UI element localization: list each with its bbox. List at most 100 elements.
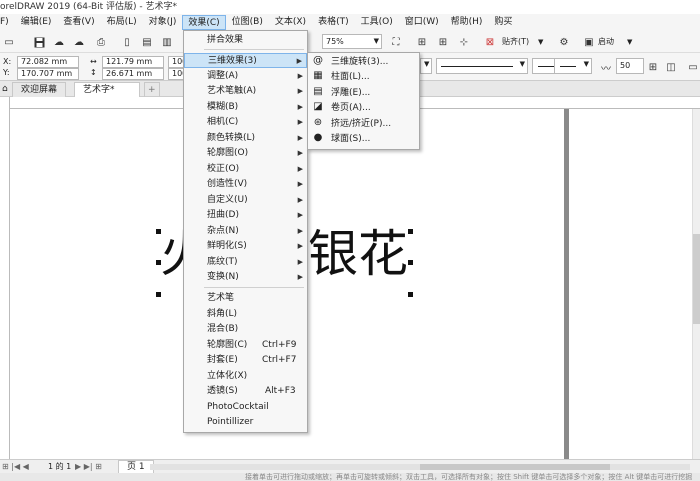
page-first-icon[interactable]: ⊞ |◀ ◀ (2, 461, 29, 473)
page-border-shadow (564, 109, 569, 459)
menu-item-camera[interactable]: 相机(C) ▶ (184, 115, 307, 130)
menu-object[interactable]: 对象(J) (143, 15, 183, 30)
width-field[interactable]: 121.79 mm (102, 56, 164, 68)
menu-item-extrude[interactable]: 立体化(X) (184, 369, 307, 384)
save-icon[interactable] (32, 35, 46, 49)
launch-chevron-icon[interactable]: ▼ (627, 36, 632, 48)
menu-item-bevel[interactable]: 斜角(L) (184, 307, 307, 322)
scale-height-field[interactable]: 100 (168, 68, 184, 80)
selection-handle[interactable] (408, 292, 413, 297)
submenu-item-cylinder[interactable]: ▦ 柱面(L)... (308, 70, 419, 85)
cut-icon[interactable]: ▯ (120, 35, 134, 49)
menu-item-noise[interactable]: 杂点(N) ▶ (184, 224, 307, 239)
launch-button[interactable]: 启动 (598, 36, 614, 48)
menu-item-sharpen[interactable]: 鲜明化(S) ▶ (184, 239, 307, 254)
vertical-ruler[interactable] (0, 97, 10, 459)
snap-icon[interactable]: ⊠ (483, 35, 497, 49)
submenu-item-label: 卷页(A)... (331, 103, 371, 113)
submenu-item-sphere[interactable]: ● 球面(S)... (308, 132, 419, 147)
tab-page-1[interactable]: 页 1 (118, 460, 154, 474)
text-wrap-icon[interactable]: ◫ (664, 60, 678, 74)
print-icon[interactable]: ⎙ (94, 35, 108, 49)
menu-item-pointillizer[interactable]: Pointillizer (184, 415, 307, 430)
menu-item-photococktail[interactable]: PhotoCocktail (184, 400, 307, 415)
menu-item-contour[interactable]: 轮廓图(O) ▶ (184, 146, 307, 161)
menu-view[interactable]: 查看(V) (57, 15, 100, 30)
gear-icon[interactable]: ⚙ (557, 35, 571, 49)
menu-item-lens[interactable]: 透镜(S) Alt+F3 (184, 384, 307, 399)
menu-layout[interactable]: 布局(L) (101, 15, 143, 30)
cloud-upload-icon[interactable]: ☁ (52, 35, 66, 49)
submenu-item-emboss[interactable]: ▤ 浮雕(E)... (308, 86, 419, 101)
height-field[interactable]: 26.671 mm (102, 68, 164, 80)
menu-text[interactable]: 文本(X) (269, 15, 312, 30)
line-end-select[interactable]: ▼ (554, 58, 592, 74)
vertical-scroll-thumb[interactable] (693, 234, 700, 324)
add-tab-button[interactable]: + (144, 82, 160, 97)
curve-smooth-icon[interactable]: 〰 (599, 60, 613, 75)
menu-item-correction[interactable]: 校正(O) ▶ (184, 162, 307, 177)
grid-icon[interactable]: ⊞ (436, 35, 450, 49)
paste-icon[interactable]: ▥ (160, 35, 174, 49)
submenu-item-page-curl[interactable]: ◪ 卷页(A)... (308, 101, 419, 116)
more-icon[interactable]: ▭ (686, 60, 700, 74)
submenu-item-3d-rotate[interactable]: @ 三维旋转(3)... (308, 55, 419, 70)
menu-item-custom[interactable]: 自定义(U) ▶ (184, 193, 307, 208)
menu-item-3d-effects[interactable]: 三维效果(3) ▶ (184, 53, 307, 68)
menu-help[interactable]: 帮助(H) (445, 15, 489, 30)
menu-item-transform[interactable]: 变换(N) ▶ (184, 270, 307, 285)
menu-tools[interactable]: 工具(O) (355, 15, 399, 30)
menu-item-creative[interactable]: 创造性(V) ▶ (184, 177, 307, 192)
submenu-item-pinch-punch[interactable]: ⊛ 挤远/挤近(P)... (308, 117, 419, 132)
home-icon[interactable]: ⌂ (2, 83, 8, 95)
launch-icon[interactable]: ▣ (582, 35, 596, 49)
selection-handle[interactable] (408, 260, 413, 265)
menu-edit[interactable]: 编辑(E) (15, 15, 58, 30)
new-document-icon[interactable]: ▭ (2, 35, 16, 49)
menu-item-contour-tool[interactable]: 轮廓图(C) Ctrl+F9 (184, 338, 307, 353)
selection-handle[interactable] (156, 260, 161, 265)
menu-item-label: 校正(O) (207, 164, 240, 174)
submenu-item-label: 三维旋转(3)... (331, 57, 389, 67)
outline-width-field[interactable]: 50 (616, 58, 644, 74)
horizontal-scroll-thumb[interactable] (420, 464, 610, 470)
menu-item-texture[interactable]: 底纹(T) ▶ (184, 255, 307, 270)
menu-item-blend[interactable]: 混合(B) (184, 322, 307, 337)
zoom-select[interactable]: 75% ▼ (322, 34, 382, 49)
menu-buy[interactable]: 购买 (488, 15, 518, 30)
menu-item-envelope[interactable]: 封套(E) Ctrl+F7 (184, 353, 307, 368)
selection-handle[interactable] (156, 292, 161, 297)
fullscreen-icon[interactable]: ⛶ (389, 35, 403, 49)
cloud-download-icon[interactable]: ☁ (72, 35, 86, 49)
menu-file[interactable]: F) (0, 15, 15, 30)
selection-handle[interactable] (156, 229, 161, 234)
menu-effects[interactable]: 效果(C) (182, 15, 226, 30)
menu-item-color-transform[interactable]: 颜色转换(L) ▶ (184, 131, 307, 146)
y-position-field[interactable]: 170.707 mm (17, 68, 79, 80)
drawing-canvas[interactable] (10, 109, 692, 459)
fill-select[interactable]: ▼ (420, 58, 432, 74)
outline-style-select[interactable]: ▼ (436, 58, 528, 74)
plus-icon[interactable]: ⊞ (646, 60, 660, 74)
menu-item-artistic-media[interactable]: 艺术笔 (184, 291, 307, 306)
x-position-field[interactable]: 72.082 mm (17, 56, 79, 68)
selection-handle[interactable] (408, 229, 413, 234)
copy-icon[interactable]: ▤ (140, 35, 154, 49)
snap-chevron-icon[interactable]: ▼ (538, 36, 543, 48)
menu-item-flatten-effects[interactable]: 拼合效果 (184, 33, 307, 48)
page-last-icon[interactable]: ▶ ▶| ⊞ (75, 461, 102, 473)
menu-window[interactable]: 窗口(W) (399, 15, 445, 30)
scale-width-field[interactable]: 100 (168, 56, 184, 68)
rulers-icon[interactable]: ⊞ (415, 35, 429, 49)
guidelines-icon[interactable]: ⊹ (457, 35, 471, 49)
menu-table[interactable]: 表格(T) (312, 15, 355, 30)
menu-item-blur[interactable]: 模糊(B) ▶ (184, 100, 307, 115)
tab-document[interactable]: 艺术字* (74, 82, 140, 97)
menu-item-distort[interactable]: 扭曲(D) ▶ (184, 208, 307, 223)
snap-to-button[interactable]: 贴齐(T) (502, 36, 529, 48)
tab-welcome[interactable]: 欢迎屏幕 (12, 82, 67, 97)
menu-bitmaps[interactable]: 位图(B) (226, 15, 269, 30)
artistic-text-right[interactable]: 银花 (308, 224, 408, 284)
menu-item-art-strokes[interactable]: 艺术笔触(A) ▶ (184, 84, 307, 99)
menu-item-adjust[interactable]: 调整(A) ▶ (184, 69, 307, 84)
